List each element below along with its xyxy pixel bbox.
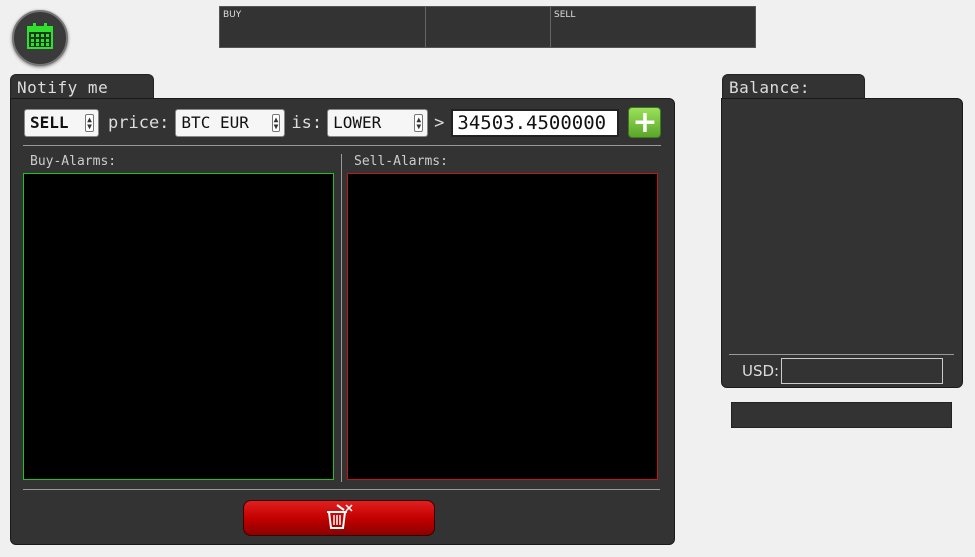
trash-icon	[324, 502, 354, 534]
select-arrows-icon: ▲ ▼	[414, 113, 424, 132]
is-label: is:	[291, 112, 323, 133]
bottom-divider	[23, 489, 660, 490]
balance-tab: Balance:	[722, 74, 865, 99]
balance-divider	[729, 354, 954, 355]
buy-alarms-list[interactable]	[23, 173, 334, 480]
alarm-form-row: SELL ▲ ▼ price: BTC EUR ▲ ▼ is: LOWER ▲ ▼ >…	[24, 104, 662, 140]
usd-label: USD:	[742, 362, 780, 380]
ticker-sell-cell: SELL	[551, 7, 755, 47]
comparison-select[interactable]: LOWER ▲ ▼	[327, 108, 429, 137]
action-select-value: SELL	[30, 113, 69, 132]
add-alarm-button[interactable]: +	[628, 104, 662, 140]
calendar-button[interactable]	[12, 10, 68, 66]
price-input-value: 34503.4500000	[457, 111, 607, 134]
balance-status-box	[731, 402, 952, 428]
comparison-select-value: LOWER	[333, 113, 382, 132]
calendar-icon	[26, 22, 54, 54]
sell-alarms-list[interactable]	[347, 173, 658, 480]
notify-panel: SELL ▲ ▼ price: BTC EUR ▲ ▼ is: LOWER ▲ ▼ >…	[10, 98, 675, 545]
price-input[interactable]: 34503.4500000	[451, 108, 620, 137]
select-arrows-icon: ▲ ▼	[85, 113, 94, 132]
action-select[interactable]: SELL ▲ ▼	[24, 108, 99, 137]
delete-alarms-button[interactable]	[243, 500, 435, 536]
ticker-buy-label: BUY	[223, 10, 242, 20]
form-divider	[23, 145, 661, 146]
plus-icon: +	[632, 104, 658, 140]
select-arrows-icon: ▲ ▼	[271, 113, 281, 132]
ticker-bar: BUY SELL	[219, 6, 756, 48]
usd-row: USD:	[742, 358, 944, 384]
alarms-divider	[341, 154, 342, 482]
balance-tab-title: Balance:	[729, 78, 811, 97]
balance-panel: USD:	[721, 98, 963, 388]
ticker-middle-cell	[426, 7, 551, 47]
sell-alarms-label: Sell-Alarms:	[354, 154, 448, 169]
ticker-buy-cell: BUY	[220, 7, 426, 47]
ticker-sell-label: SELL	[554, 10, 576, 20]
pair-select[interactable]: BTC EUR ▲ ▼	[175, 108, 286, 137]
operator-label: >	[434, 112, 445, 133]
price-label: price:	[108, 112, 170, 133]
notify-tab: Notify me if:	[10, 74, 154, 116]
buy-alarms-label: Buy-Alarms:	[30, 154, 117, 169]
pair-select-value: BTC EUR	[181, 113, 249, 132]
usd-field[interactable]	[781, 358, 944, 384]
